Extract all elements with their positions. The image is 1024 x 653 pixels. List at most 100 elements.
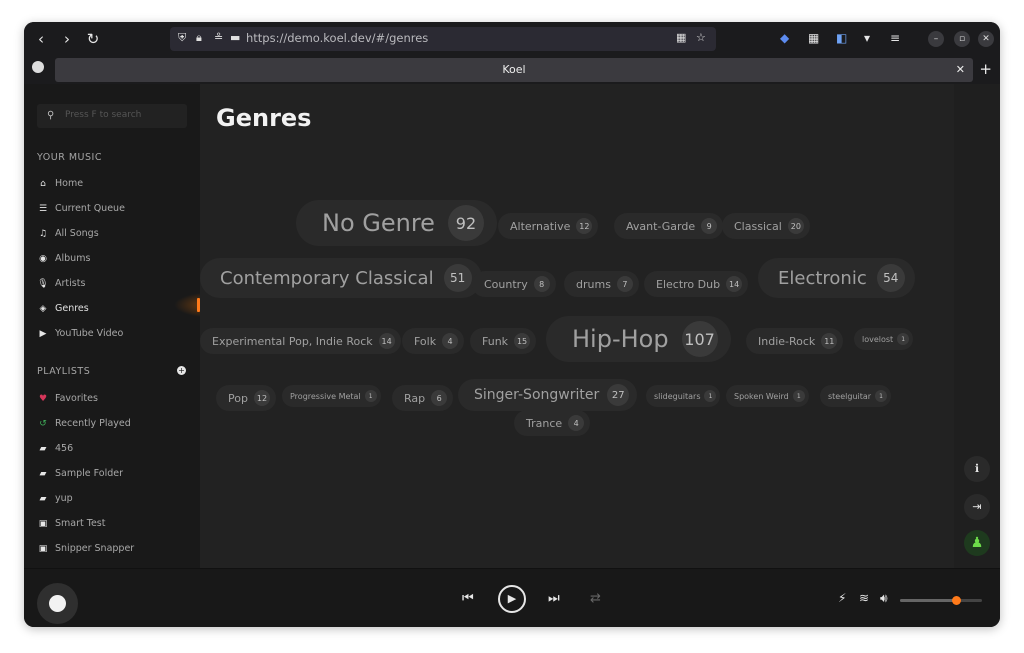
genre-name: Spoken Weird xyxy=(734,391,789,401)
minimize-icon[interactable]: – xyxy=(928,31,944,47)
avatar[interactable]: ♟ xyxy=(964,530,990,556)
volume-icon[interactable]: 🔊︎ xyxy=(880,591,888,606)
sidebar-item-label: yup xyxy=(55,493,73,504)
logout-button[interactable]: ⇥ xyxy=(964,494,990,520)
search-input[interactable]: ⚲ Press F to search xyxy=(37,104,187,128)
genre-drums[interactable]: drums 7 xyxy=(564,271,639,297)
chevron-down-icon[interactable]: ▾ xyxy=(864,31,870,45)
volume-handle[interactable] xyxy=(952,596,961,605)
close-tab-icon[interactable]: ✕ xyxy=(956,63,965,76)
close-window-icon[interactable]: ✕ xyxy=(978,31,994,47)
music-note-icon: ♫ xyxy=(38,229,48,239)
genre-indie-rock[interactable]: Indie-Rock 11 xyxy=(746,328,844,354)
folder-icon: ▰ xyxy=(39,494,47,504)
sidebar-item-yup[interactable]: ▰ yup xyxy=(37,493,73,507)
grid-extension-icon[interactable]: ▦ xyxy=(808,31,819,45)
genre-rap[interactable]: Rap 6 xyxy=(392,385,454,411)
visualizer-icon[interactable]: ⚡ xyxy=(838,591,846,605)
sidebar-item-label: 456 xyxy=(55,443,74,454)
sidebar-item-artists[interactable]: 🎙︎ Artists xyxy=(37,278,85,292)
tag-icon: ◈ xyxy=(39,304,47,314)
search-icon: ⚲ xyxy=(47,110,55,121)
volume-fill xyxy=(900,599,956,602)
info-button[interactable]: ℹ xyxy=(964,456,990,482)
sidebar-item-label: Artists xyxy=(55,278,86,289)
sidebar-item-youtube-video[interactable]: ▶ YouTube Video xyxy=(37,328,124,342)
sidebar-item-label: Home xyxy=(55,178,84,189)
genre-steelguitar[interactable]: steelguitar 1 xyxy=(820,385,892,407)
genre-country[interactable]: Country 8 xyxy=(472,271,556,297)
sidebar-item-albums[interactable]: ◉ Albums xyxy=(37,253,90,267)
genre-song-count: 107 xyxy=(681,321,718,357)
your-music-heading: YOUR MUSIC xyxy=(37,152,102,163)
genre-progressive-metal[interactable]: Progressive Metal 1 xyxy=(282,385,381,407)
genre-lovelost[interactable]: lovelost 1 xyxy=(854,328,914,350)
genre-song-count: 8 xyxy=(533,276,550,292)
qr-icon[interactable]: ▦ xyxy=(676,31,686,44)
equalizer-icon[interactable]: ≋ xyxy=(859,591,869,605)
app-menu-icon[interactable] xyxy=(32,61,44,73)
genre-electro-dub[interactable]: Electro Dub 14 xyxy=(644,271,749,297)
sidebar-item-sample-folder[interactable]: ▰ Sample Folder xyxy=(37,468,123,482)
genre-song-count: 15 xyxy=(514,333,531,349)
sidebar-item-snipper-snapper[interactable]: ▣ Snipper Snapper xyxy=(37,543,134,557)
genre-song-count: 20 xyxy=(787,218,804,234)
genre-song-count: 1 xyxy=(364,390,377,402)
genre-funk[interactable]: Funk 15 xyxy=(470,328,537,354)
sidebar-item-smart-test[interactable]: ▣ Smart Test xyxy=(37,518,106,532)
sidebar-item-home[interactable]: ⌂ Home xyxy=(37,178,83,192)
genre-electronic[interactable]: Electronic 54 xyxy=(758,258,915,298)
chat-icon[interactable]: ▬ xyxy=(230,31,240,44)
sidebar: ⚲ Press F to search YOUR MUSIC ⌂ Home ☰ Cur… xyxy=(24,84,214,568)
next-icon[interactable]: ⏭ xyxy=(548,591,560,606)
reload-icon[interactable]: ↻ xyxy=(84,30,102,48)
genre-singer-songwriter[interactable]: Singer-Songwriter 27 xyxy=(458,379,638,411)
smart-playlist-icon: ▣ xyxy=(38,544,48,554)
genre-song-count: 9 xyxy=(701,218,718,234)
genre-experimental-pop-indie-rock[interactable]: Experimental Pop, Indie Rock 14 xyxy=(200,328,401,354)
sidebar-item-all-songs[interactable]: ♫ All Songs xyxy=(37,228,99,242)
album-cover[interactable] xyxy=(37,583,78,624)
genre-name: Folk xyxy=(414,334,437,348)
sidebar-item-genres[interactable]: ◈ Genres xyxy=(37,303,89,317)
genre-avant-garde[interactable]: Avant-Garde 9 xyxy=(614,213,724,239)
sidebar-item-current-queue[interactable]: ☰ Current Queue xyxy=(37,203,125,217)
genre-no-genre[interactable]: No Genre 92 xyxy=(296,200,497,246)
forward-icon[interactable]: › xyxy=(58,30,76,48)
genre-slideguitars[interactable]: slideguitars 1 xyxy=(646,385,721,407)
genre-song-count: 11 xyxy=(821,333,838,349)
genre-trance[interactable]: Trance 4 xyxy=(514,410,591,436)
sidebar-item-recently-played[interactable]: ↺ Recently Played xyxy=(37,418,131,432)
sidebar-item-favorites[interactable]: ♥ Favorites xyxy=(37,393,98,407)
genre-song-count: 1 xyxy=(897,333,910,345)
genre-contemporary-classical[interactable]: Contemporary Classical 51 xyxy=(200,258,482,298)
maximize-icon[interactable]: ▫ xyxy=(954,31,970,47)
genre-name: lovelost xyxy=(862,334,894,344)
genre-pop[interactable]: Pop 12 xyxy=(216,385,276,411)
genre-hip-hop[interactable]: Hip-Hop 107 xyxy=(546,316,731,362)
permissions-icon[interactable]: ≗ xyxy=(214,31,223,44)
queue-icon: ☰ xyxy=(38,204,48,214)
repeat-icon[interactable]: ⇄ xyxy=(590,591,601,606)
new-tab-icon[interactable]: + xyxy=(979,60,992,78)
genre-spoken-weird[interactable]: Spoken Weird 1 xyxy=(726,385,809,407)
genre-name: Alternative xyxy=(510,219,571,233)
genre-folk[interactable]: Folk 4 xyxy=(402,328,465,354)
tab-koel[interactable]: Koel ✕ xyxy=(55,58,973,82)
translate-icon[interactable]: ◧ xyxy=(836,31,847,45)
url-bar[interactable]: ⛨ 🔒︎ ≗ ▬ https://demo.koel.dev/#/genres … xyxy=(170,27,716,51)
add-playlist-button[interactable]: + xyxy=(177,366,186,375)
genre-song-count: 12 xyxy=(253,390,270,406)
back-icon[interactable]: ‹ xyxy=(32,30,50,48)
volume-slider[interactable] xyxy=(900,596,982,605)
genre-alternative[interactable]: Alternative 12 xyxy=(498,213,599,239)
star-icon[interactable]: ☆ xyxy=(696,31,706,44)
sidebar-item-456[interactable]: ▰ 456 xyxy=(37,443,74,457)
genre-classical[interactable]: Classical 20 xyxy=(722,213,810,239)
genre-song-count: 51 xyxy=(443,264,472,292)
koel-logo-icon xyxy=(49,595,66,612)
extension-icon[interactable]: ◆ xyxy=(780,31,789,45)
menu-icon[interactable]: ≡ xyxy=(890,31,900,45)
previous-icon[interactable]: ⏮ xyxy=(462,591,474,606)
play-button[interactable]: ▶ xyxy=(498,585,526,613)
